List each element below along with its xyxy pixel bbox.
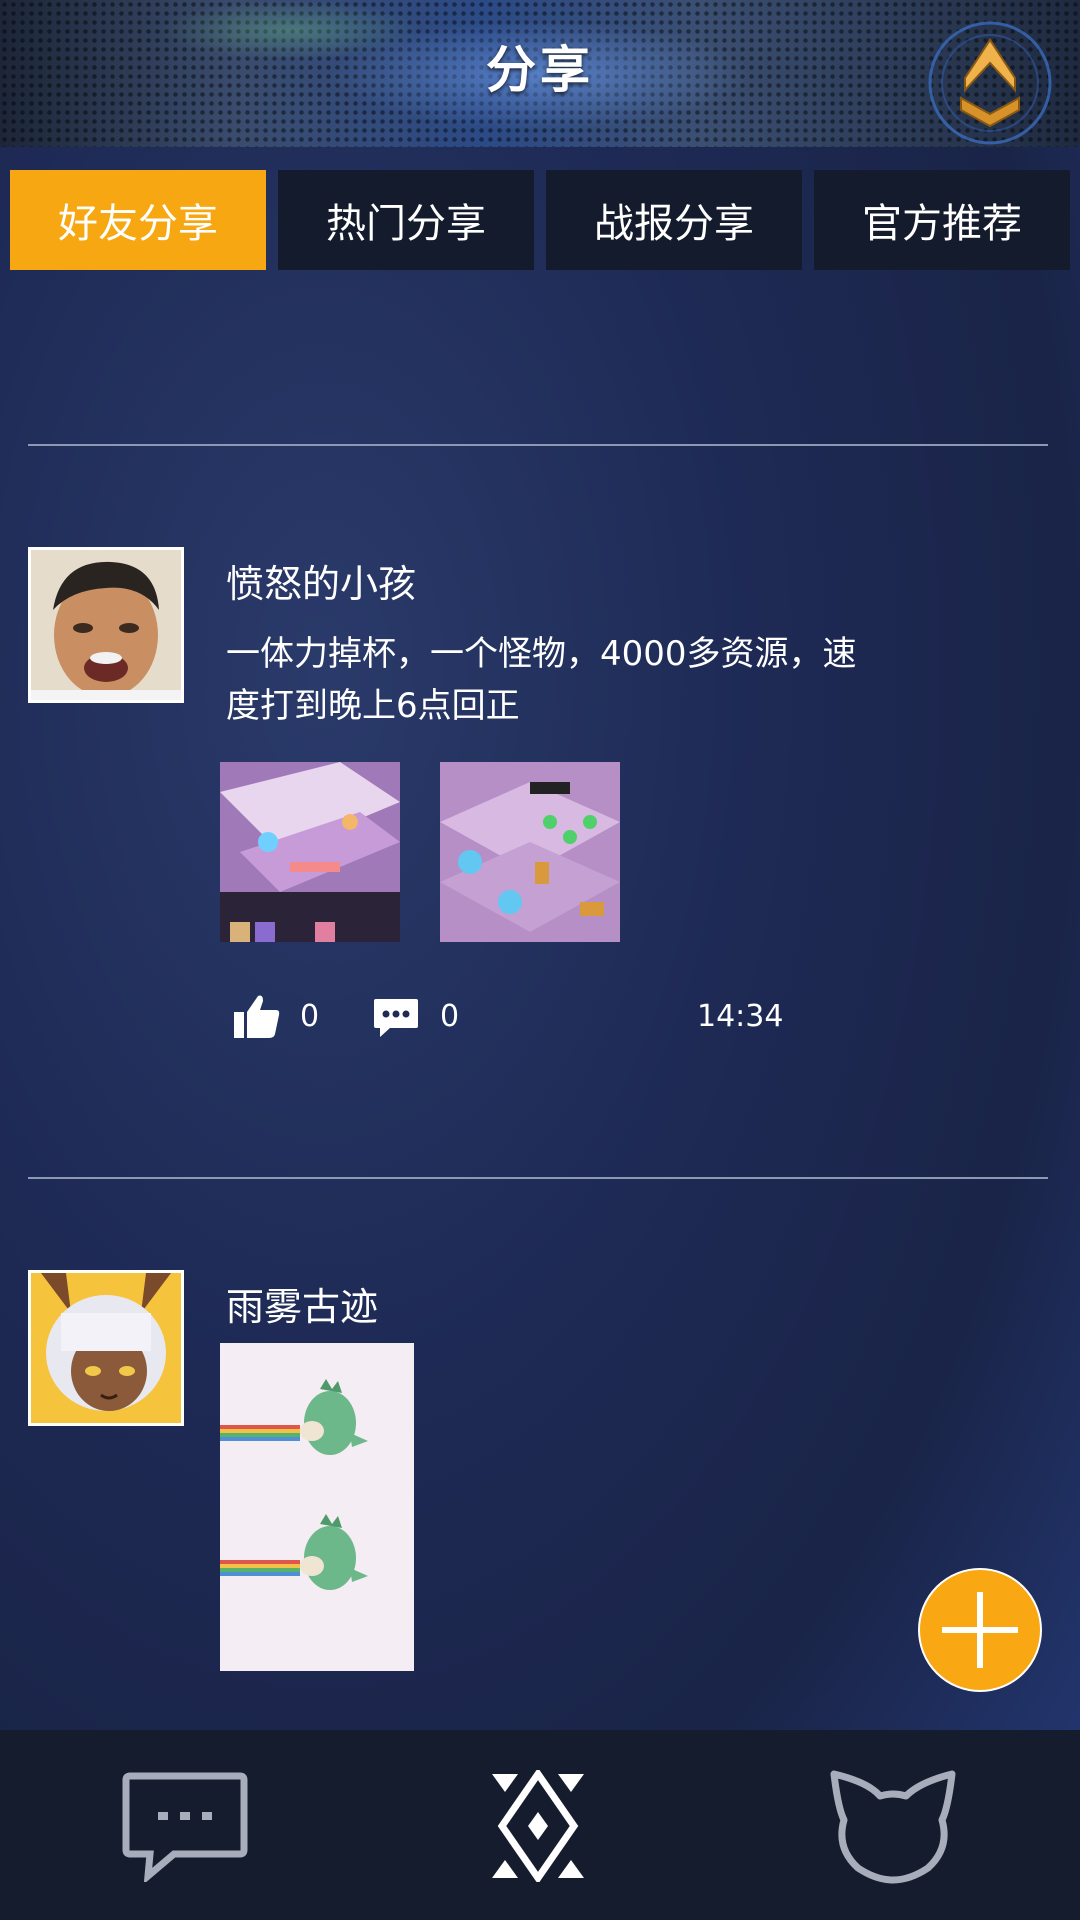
page-title: 分享 [486, 41, 594, 99]
divider [28, 1177, 1048, 1179]
post-username[interactable]: 愤怒的小孩 [226, 553, 416, 608]
post-text-line: 度打到晚上6点回正 [226, 686, 520, 726]
bottom-nav [0, 1730, 1080, 1920]
game-screenshot-thumbnail [440, 762, 620, 942]
post-text: 一体力掉杯，一个怪物，4000多资源，速 度打到晚上6点回正 [226, 628, 926, 732]
tab-battle-report-share[interactable]: 战报分享 [546, 170, 802, 270]
avatar-photo [31, 550, 181, 700]
chat-icon [122, 1772, 248, 1885]
avatar-anime [31, 1273, 181, 1423]
tab-official-recommend[interactable]: 官方推荐 [814, 170, 1070, 270]
avatar[interactable] [28, 547, 184, 703]
post-text-line: 一体力掉杯，一个怪物，4000多资源，速 [226, 634, 857, 674]
post-image[interactable] [440, 762, 620, 942]
nav-center[interactable] [492, 1767, 584, 1885]
post-time: 14:34 [697, 999, 784, 1034]
home-button[interactable] [925, 18, 1055, 147]
like-button[interactable] [232, 992, 282, 1042]
nav-chat[interactable] [122, 1772, 248, 1885]
thumbs-up-icon [234, 995, 280, 1038]
dinosaur-sticker-image [220, 1343, 414, 1671]
tab-friend-share[interactable]: 好友分享 [10, 170, 266, 270]
post-image[interactable] [220, 1343, 414, 1671]
add-post-button[interactable] [918, 1568, 1042, 1692]
cat-head-icon [830, 1770, 956, 1884]
top-bar: 分享 [0, 0, 1080, 147]
post-username[interactable]: 雨雾古迹 [226, 1276, 378, 1331]
comment-bubble-icon [374, 999, 418, 1037]
comment-button[interactable] [372, 996, 420, 1040]
share-tabs: 好友分享 热门分享 战报分享 官方推荐 [10, 170, 1070, 270]
nav-pet[interactable] [828, 1768, 958, 1884]
plus-icon [942, 1592, 1018, 1668]
avatar[interactable] [28, 1270, 184, 1426]
diamond-emblem-icon [492, 1767, 584, 1885]
home-arrow-icon [928, 21, 1052, 145]
like-count: 0 [300, 999, 320, 1034]
comment-count: 0 [440, 999, 460, 1034]
post-image[interactable] [220, 762, 400, 942]
tab-hot-share[interactable]: 热门分享 [278, 170, 534, 270]
game-screenshot-thumbnail [220, 762, 400, 942]
divider [28, 444, 1048, 446]
